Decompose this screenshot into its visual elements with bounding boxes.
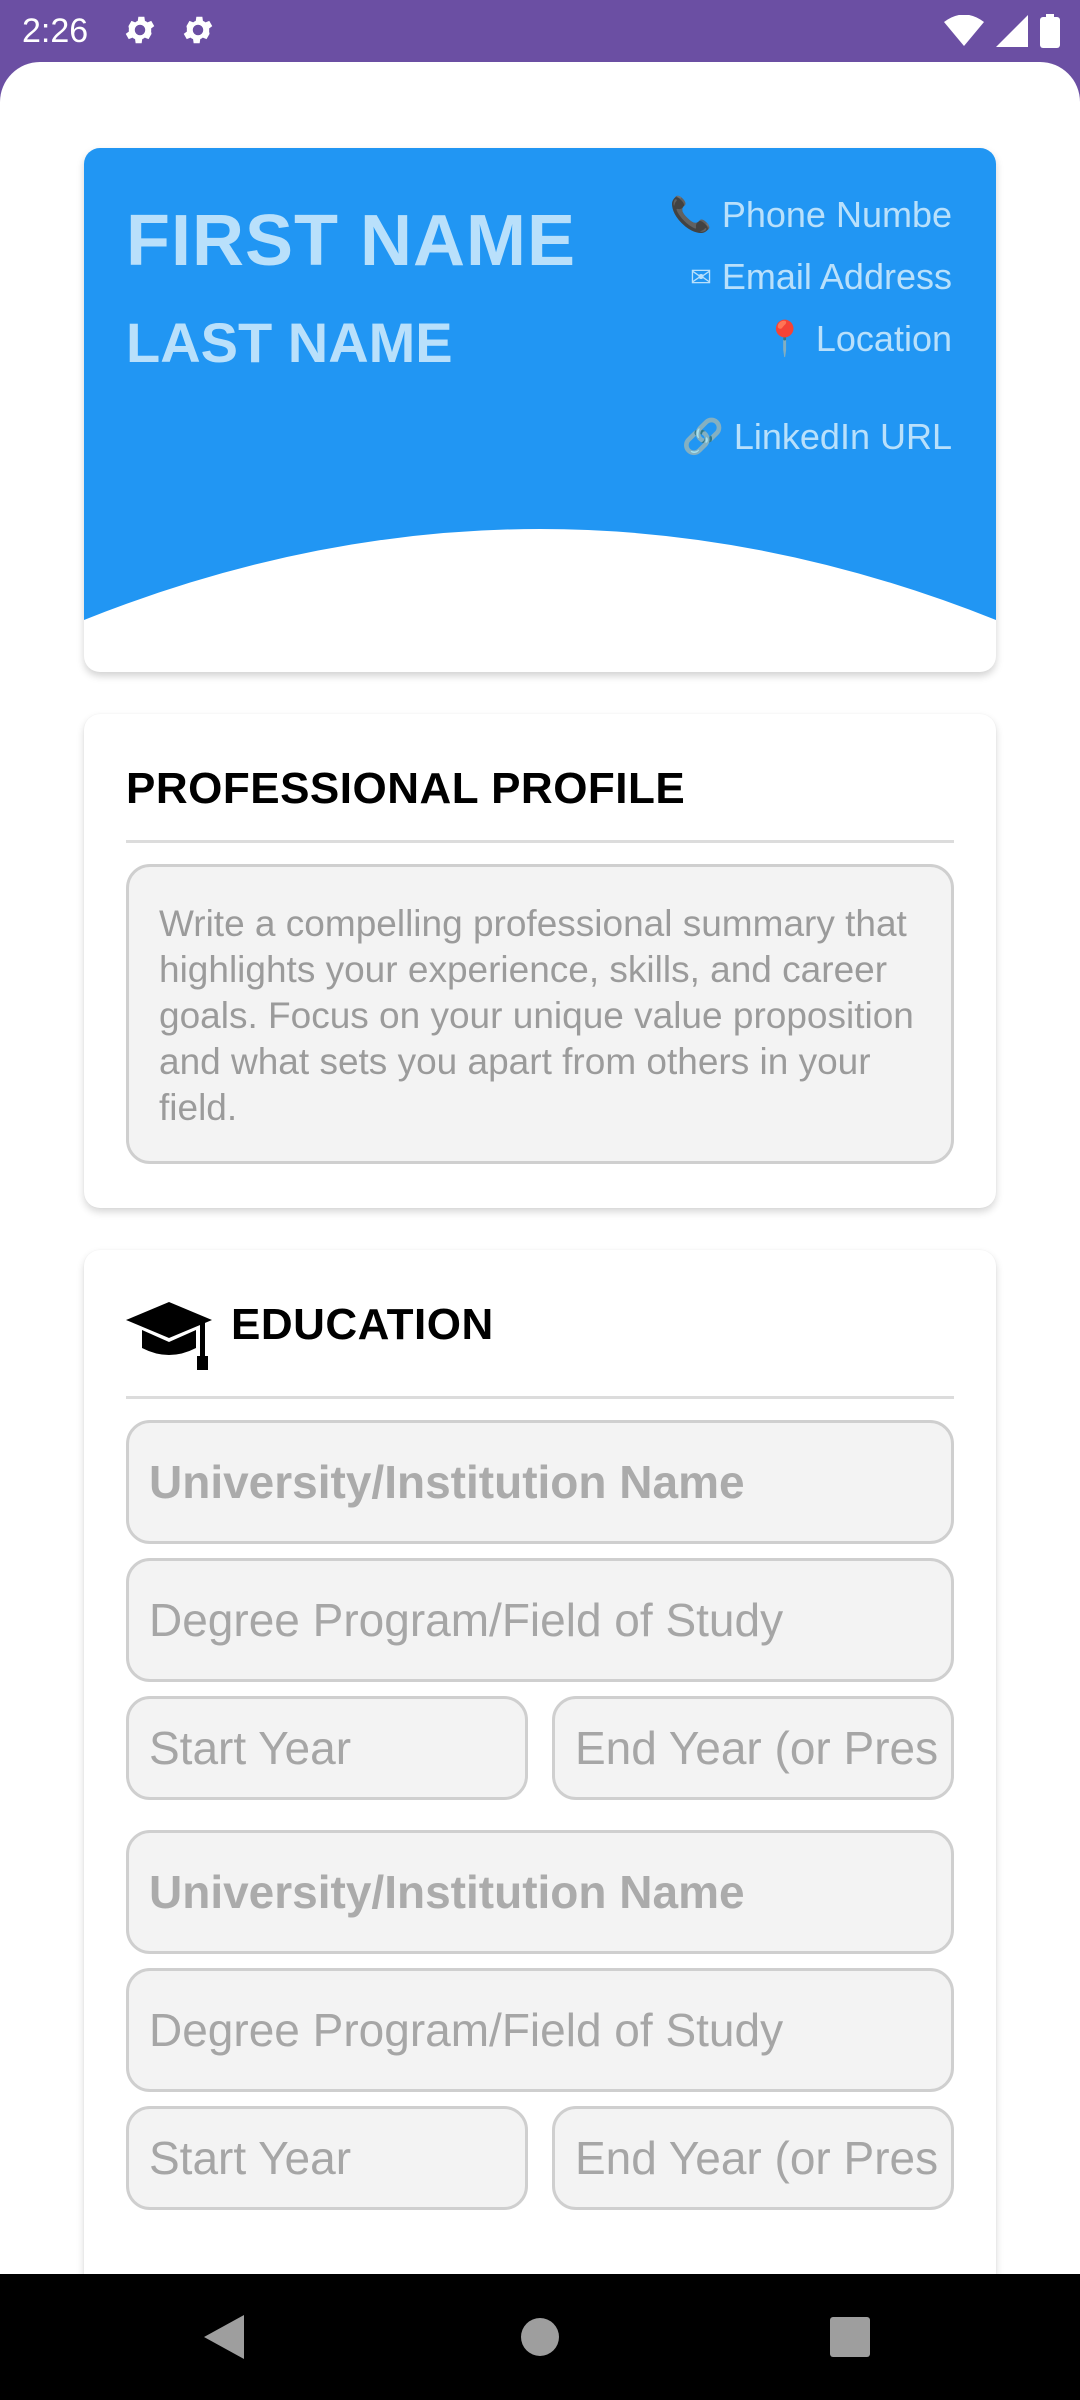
- recents-button[interactable]: [812, 2274, 888, 2400]
- education-title: EDUCATION: [231, 1300, 494, 1349]
- battery-icon: [1040, 14, 1060, 48]
- signal-icon: [996, 15, 1028, 47]
- email-label: Email Address: [721, 256, 952, 297]
- status-bar: 2:26: [0, 0, 1080, 62]
- email-field[interactable]: ✉ Email Address: [690, 256, 952, 298]
- gear-icon: [125, 16, 155, 44]
- email-icon: ✉: [690, 261, 712, 292]
- location-field[interactable]: 📍 Location: [764, 318, 952, 360]
- last-name[interactable]: LAST NAME: [126, 310, 453, 375]
- profile-card: PROFESSIONAL PROFILE Write a compelling …: [84, 714, 996, 1208]
- linkedin-field[interactable]: 🔗 LinkedIn URL: [682, 416, 952, 458]
- home-icon: [521, 2318, 559, 2356]
- education-divider: [126, 1396, 954, 1399]
- recents-icon: [830, 2317, 870, 2357]
- degree-input[interactable]: Degree Program/Field of Study: [126, 1968, 954, 2092]
- summary-input[interactable]: Write a compelling professional summary …: [126, 864, 954, 1164]
- navigation-bar: [0, 2274, 1080, 2400]
- status-time: 2:26: [22, 12, 89, 50]
- wifi-icon: [944, 15, 984, 46]
- end-year-input[interactable]: End Year (or Pres: [552, 2106, 954, 2210]
- institution-input[interactable]: University/Institution Name: [126, 1830, 954, 1954]
- back-button[interactable]: [190, 2274, 262, 2400]
- phone-icon: 📞: [669, 196, 712, 234]
- institution-input[interactable]: University/Institution Name: [126, 1420, 954, 1544]
- profile-divider: [126, 840, 954, 843]
- first-name[interactable]: FIRST NAME: [126, 200, 576, 282]
- end-year-input[interactable]: End Year (or Pres: [552, 1696, 954, 1800]
- gear-icon: [183, 16, 213, 44]
- profile-title: PROFESSIONAL PROFILE: [126, 764, 686, 813]
- resume-editor: FIRST NAME LAST NAME 📞 Phone Numbe ✉ Ema…: [0, 62, 1080, 2274]
- phone-field[interactable]: 📞 Phone Numbe: [670, 194, 953, 236]
- degree-input[interactable]: Degree Program/Field of Study: [126, 1558, 954, 1682]
- location-pin-icon: 📍: [763, 320, 806, 358]
- home-button[interactable]: [502, 2274, 578, 2400]
- start-year-input[interactable]: Start Year: [126, 2106, 528, 2210]
- header-card: FIRST NAME LAST NAME 📞 Phone Numbe ✉ Ema…: [84, 148, 996, 672]
- back-icon: [204, 2315, 244, 2359]
- phone-label: Phone Numbe: [721, 194, 952, 235]
- education-card: EDUCATION University/Institution Name De…: [84, 1250, 996, 2274]
- start-year-input[interactable]: Start Year: [126, 1696, 528, 1800]
- link-icon: 🔗: [681, 418, 724, 456]
- graduation-cap-icon: [126, 1302, 212, 1370]
- linkedin-label: LinkedIn URL: [733, 416, 952, 457]
- location-label: Location: [815, 318, 952, 359]
